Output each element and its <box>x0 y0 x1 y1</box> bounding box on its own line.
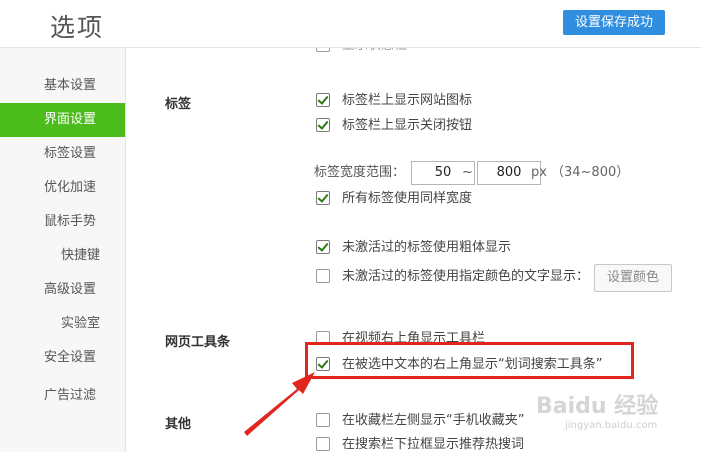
sidebar-item-adblock[interactable]: 广告过滤 <box>0 379 125 413</box>
sidebar-item-label: 高级设置 <box>44 282 97 297</box>
sidebar-item-advanced[interactable]: 高级设置 <box>0 273 125 307</box>
color-inactive-label: 未激活过的标签使用指定颜色的文字显示： <box>342 269 590 284</box>
sidebar-item-security[interactable]: 安全设置 <box>0 341 125 375</box>
sidebar-item-label: 安全设置 <box>44 350 97 365</box>
baidu-watermark-url: jingyan.baidu.com <box>565 420 658 431</box>
sidebar-item-label: 界面设置 <box>44 112 97 127</box>
mobile-favorites-checkbox[interactable] <box>316 413 330 427</box>
page-title: 选项 <box>50 13 105 42</box>
hot-search-checkbox[interactable] <box>316 437 330 451</box>
options-header: 选项 设置保存成功 <box>0 0 701 48</box>
sidebar-item-basic[interactable]: 基本设置 <box>0 69 125 103</box>
baidu-watermark: Baidu 经验 <box>536 394 659 419</box>
range-separator: ~ <box>462 165 473 180</box>
save-status-badge: 设置保存成功 <box>563 10 665 35</box>
color-inactive-checkbox[interactable] <box>316 269 330 283</box>
sidebar-item-label: 实验室 <box>60 316 100 331</box>
bold-inactive-checkbox[interactable] <box>316 240 330 254</box>
section-label-other: 其他 <box>165 417 192 432</box>
unit-label: px <box>531 165 547 180</box>
sidebar-item-label: 标签设置 <box>44 146 97 161</box>
sidebar-item-label: 鼠标手势 <box>44 214 97 229</box>
section-label-toolbar: 网页工具条 <box>165 335 231 350</box>
same-width-label: 所有标签使用同样宽度 <box>342 191 473 206</box>
status-bar-label: 显示状态栏 <box>342 48 407 56</box>
status-bar-checkbox[interactable] <box>316 48 330 52</box>
sidebar-item-tabs[interactable]: 标签设置 <box>0 137 125 171</box>
section-label-tabs: 标签 <box>165 97 192 112</box>
sidebar-item-label: 快捷键 <box>60 248 100 263</box>
show-site-icon-label: 标签栏上显示网站图标 <box>342 93 473 108</box>
mobile-favorites-label: 在收藏栏左侧显示“手机收藏夹” <box>342 413 525 428</box>
sidebar-item-interface[interactable]: 界面设置 <box>0 103 125 137</box>
sidebar-item-mouse-gesture[interactable]: 鼠标手势 <box>0 205 125 239</box>
same-width-checkbox[interactable] <box>316 191 330 205</box>
sidebar-item-lab[interactable]: 实验室 <box>0 307 125 341</box>
range-hint: （34~800） <box>551 165 630 180</box>
set-color-button[interactable]: 设置颜色 <box>594 264 672 292</box>
sidebar-item-label: 基本设置 <box>44 78 97 93</box>
tab-width-range-label: 标签宽度范围： <box>314 165 406 180</box>
sidebar-item-label: 优化加速 <box>44 180 97 195</box>
sidebar-item-shortcuts[interactable]: 快捷键 <box>0 239 125 273</box>
show-close-button-checkbox[interactable] <box>316 118 330 132</box>
hot-search-label: 在搜索栏下拉框显示推荐热搜词 <box>342 437 525 452</box>
sidebar-item-optimize[interactable]: 优化加速 <box>0 171 125 205</box>
show-close-button-label: 标签栏上显示关闭按钮 <box>342 118 473 133</box>
highlight-box <box>305 342 634 379</box>
bold-inactive-label: 未激活过的标签使用粗体显示 <box>342 240 512 255</box>
settings-sidebar: 基本设置 界面设置 标签设置 优化加速 鼠标手势 快捷键 高级设置 实验室 安全… <box>0 48 126 452</box>
show-site-icon-checkbox[interactable] <box>316 93 330 107</box>
sidebar-item-label: 广告过滤 <box>44 388 97 403</box>
